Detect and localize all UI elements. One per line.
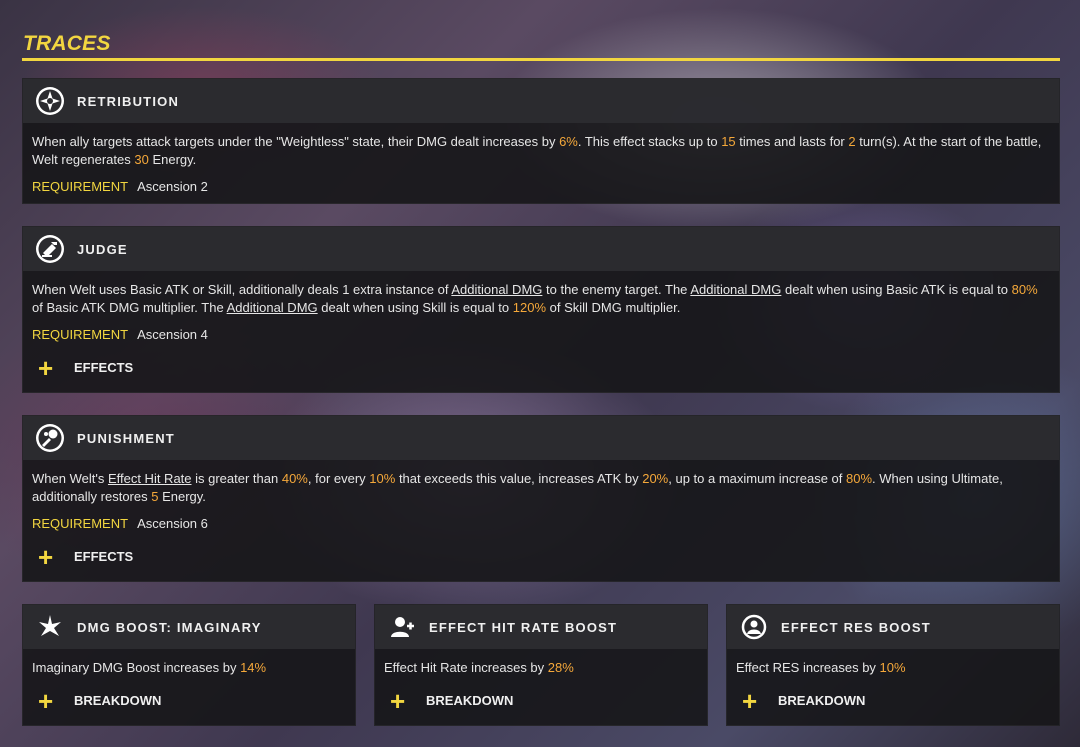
requirement-row: REQUIREMENT Ascension 6 bbox=[32, 515, 1050, 533]
keyword-link[interactable]: Additional DMG bbox=[451, 282, 542, 297]
breakdown-label: BREAKDOWN bbox=[426, 693, 514, 708]
stat-header: EFFECT HIT RATE BOOST bbox=[375, 605, 707, 649]
plus-icon: + bbox=[742, 686, 758, 716]
plus-icon: + bbox=[38, 542, 54, 572]
trace-name: RETRIBUTION bbox=[77, 93, 180, 109]
stat-card-effect-hit-rate: EFFECT HIT RATE BOOST Effect Hit Rate in… bbox=[374, 604, 708, 726]
trace-card-punishment: PUNISHMENT When Welt's Effect Hit Rate i… bbox=[22, 415, 1060, 582]
stat-name: EFFECT HIT RATE BOOST bbox=[429, 619, 618, 635]
stat-description: Effect RES increases by 10% bbox=[736, 660, 906, 675]
effect-res-icon bbox=[739, 612, 769, 642]
breakdown-label: BREAKDOWN bbox=[778, 693, 866, 708]
stat-name: EFFECT RES BOOST bbox=[781, 619, 931, 635]
trace-description: When Welt's Effect Hit Rate is greater t… bbox=[32, 471, 1003, 504]
effect-hit-rate-icon bbox=[387, 612, 417, 642]
breakdown-toggle[interactable]: + BREAKDOWN bbox=[32, 686, 346, 716]
effects-label: EFFECTS bbox=[74, 549, 134, 564]
requirement-label: REQUIREMENT bbox=[32, 327, 129, 342]
keyword-link[interactable]: Additional DMG bbox=[227, 300, 318, 315]
trace-card-retribution: RETRIBUTION When ally targets attack tar… bbox=[22, 78, 1060, 204]
stat-name: DMG BOOST: IMAGINARY bbox=[77, 619, 262, 635]
requirement-value: Ascension 2 bbox=[137, 179, 208, 194]
title-underline bbox=[22, 58, 1060, 61]
page-title: TRACES bbox=[23, 32, 111, 55]
breakdown-toggle[interactable]: + BREAKDOWN bbox=[384, 686, 698, 716]
stat-description: Imaginary DMG Boost increases by 14% bbox=[32, 660, 267, 675]
breakdown-label: BREAKDOWN bbox=[74, 693, 162, 708]
retribution-icon bbox=[35, 86, 65, 116]
requirement-label: REQUIREMENT bbox=[32, 179, 129, 194]
keyword-link[interactable]: Additional DMG bbox=[690, 282, 781, 297]
trace-name: PUNISHMENT bbox=[77, 430, 175, 446]
trace-description: When Welt uses Basic ATK or Skill, addit… bbox=[32, 282, 1038, 315]
trace-name: JUDGE bbox=[77, 241, 128, 257]
breakdown-toggle[interactable]: + BREAKDOWN bbox=[736, 686, 1050, 716]
imaginary-icon bbox=[35, 612, 65, 642]
trace-header: PUNISHMENT bbox=[23, 416, 1059, 460]
keyword-link[interactable]: Effect Hit Rate bbox=[108, 471, 192, 486]
trace-description: When ally targets attack targets under t… bbox=[32, 134, 1042, 167]
punishment-icon bbox=[35, 423, 65, 453]
requirement-value: Ascension 4 bbox=[137, 327, 208, 342]
judge-icon bbox=[35, 234, 65, 264]
trace-card-judge: JUDGE When Welt uses Basic ATK or Skill,… bbox=[22, 226, 1060, 393]
effects-toggle[interactable]: + EFFECTS bbox=[32, 353, 1050, 383]
stat-card-effect-res: EFFECT RES BOOST Effect RES increases by… bbox=[726, 604, 1060, 726]
trace-header: JUDGE bbox=[23, 227, 1059, 271]
plus-icon: + bbox=[38, 353, 54, 383]
effects-label: EFFECTS bbox=[74, 360, 134, 375]
requirement-row: REQUIREMENT Ascension 2 bbox=[32, 178, 1050, 196]
stat-header: EFFECT RES BOOST bbox=[727, 605, 1059, 649]
stat-card-imaginary: DMG BOOST: IMAGINARY Imaginary DMG Boost… bbox=[22, 604, 356, 726]
plus-icon: + bbox=[38, 686, 54, 716]
requirement-row: REQUIREMENT Ascension 4 bbox=[32, 326, 1050, 344]
trace-header: RETRIBUTION bbox=[23, 79, 1059, 123]
requirement-label: REQUIREMENT bbox=[32, 516, 129, 531]
effects-toggle[interactable]: + EFFECTS bbox=[32, 542, 1050, 572]
requirement-value: Ascension 6 bbox=[137, 516, 208, 531]
stat-description: Effect Hit Rate increases by 28% bbox=[384, 660, 574, 675]
plus-icon: + bbox=[390, 686, 406, 716]
stat-header: DMG BOOST: IMAGINARY bbox=[23, 605, 355, 649]
